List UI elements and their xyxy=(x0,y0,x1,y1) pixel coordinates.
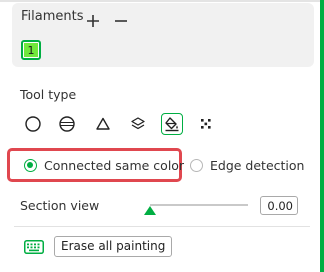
connected-same-color-option[interactable]: Connected same color xyxy=(24,156,184,174)
edge-detection-radio[interactable] xyxy=(190,158,203,172)
fill-bucket-tool-icon xyxy=(165,117,179,132)
erase-all-painting-button[interactable]: Erase all painting xyxy=(54,236,173,257)
add-filament-button[interactable] xyxy=(84,12,102,30)
filaments-title: Filaments xyxy=(21,9,84,24)
circle-tool-icon xyxy=(25,116,41,132)
filament-swatch-label: 1 xyxy=(27,43,35,57)
top-divider xyxy=(0,0,320,2)
minus-icon xyxy=(115,20,127,22)
tool-height-range[interactable] xyxy=(127,113,149,135)
plus-icon xyxy=(87,15,99,27)
remove-filament-button[interactable] xyxy=(112,12,130,30)
connected-same-color-radio[interactable] xyxy=(24,158,37,172)
right-edge-accent xyxy=(320,0,324,272)
sphere-tool-icon xyxy=(59,116,75,132)
edge-detection-option[interactable]: Edge detection xyxy=(190,156,304,174)
keyboard-icon[interactable] xyxy=(24,239,44,254)
section-view-slider[interactable] xyxy=(150,204,248,206)
section-view-slider-handle[interactable] xyxy=(144,206,156,215)
tool-type-label: Tool type xyxy=(20,87,77,102)
paint-panel: Filaments 1 Tool type Connected same col… xyxy=(0,0,324,272)
tool-gap-fill[interactable] xyxy=(195,113,217,135)
edge-detection-label: Edge detection xyxy=(210,157,305,173)
height-range-tool-icon xyxy=(131,117,145,130)
gap-fill-tool-icon xyxy=(201,119,211,129)
keyboard-shortcut-icon xyxy=(24,240,44,254)
connected-same-color-label: Connected same color xyxy=(44,157,185,173)
divider xyxy=(14,226,310,227)
tool-fill-bucket[interactable] xyxy=(161,113,183,135)
filament-swatch-fill: 1 xyxy=(24,43,38,57)
section-view-label: Section view xyxy=(20,198,100,213)
section-view-value-input[interactable]: 0.00 xyxy=(260,196,298,215)
triangle-tool-icon xyxy=(96,117,110,130)
filaments-section: Filaments 1 xyxy=(12,3,314,67)
tool-sphere[interactable] xyxy=(56,113,78,135)
tool-circle[interactable] xyxy=(22,113,44,135)
tool-triangle[interactable] xyxy=(92,113,114,135)
filament-swatch-1[interactable]: 1 xyxy=(21,40,41,60)
